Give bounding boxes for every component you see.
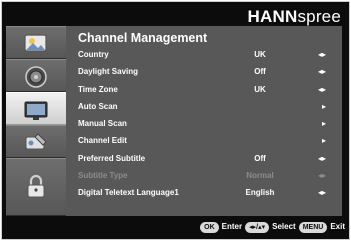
menu-row-digital-teletext-language1[interactable]: Digital Teletext Language1 English ◂▸	[72, 184, 338, 201]
tab-setup[interactable]	[6, 125, 66, 158]
select-hint: Select	[272, 222, 296, 231]
left-right-arrow-icon: ◂▸	[317, 67, 326, 77]
tab-lock[interactable]	[6, 158, 66, 216]
row-label: Subtitle Type	[78, 171, 128, 181]
exit-hint: Exit	[330, 222, 345, 231]
tv-icon	[24, 101, 48, 120]
row-label: Daylight Saving	[78, 67, 139, 77]
right-arrow-icon: ▸	[321, 119, 326, 129]
key-hint-bar: OK Enter ◂▸/▴▾ Select MENU Exit	[200, 219, 345, 235]
menu-row-preferred-subtitle[interactable]: Preferred Subtitle Off ◂▸	[72, 150, 338, 167]
tools-icon	[25, 133, 47, 150]
menu-row-channel-edit[interactable]: Channel Edit ▸	[72, 132, 338, 149]
row-label: Preferred Subtitle	[78, 153, 146, 163]
row-label: Auto Scan	[78, 101, 118, 111]
row-value: Off	[254, 67, 266, 77]
ok-key-badge: OK	[200, 221, 219, 233]
row-label: Manual Scan	[78, 119, 127, 129]
navigation-arrows-icon: ◂▸/▴▾	[245, 221, 270, 233]
row-label: Country	[78, 50, 109, 59]
row-value: UK	[254, 84, 266, 94]
left-right-arrow-icon: ◂▸	[317, 50, 326, 59]
tab-sound[interactable]	[6, 59, 66, 92]
menu-row-subtitle-type: Subtitle Type Normal ◂▸	[72, 167, 338, 184]
right-arrow-icon: ▸	[321, 136, 326, 146]
menu-row-daylight-saving[interactable]: Daylight Saving Off ◂▸	[72, 63, 338, 80]
row-value: Normal	[246, 171, 274, 181]
lock-icon	[27, 174, 45, 198]
left-right-arrow-icon: ◂▸	[317, 84, 326, 94]
row-label: Time Zone	[78, 84, 118, 94]
menu-row-manual-scan[interactable]: Manual Scan ▸	[72, 115, 338, 132]
left-right-arrow-icon: ◂▸	[317, 153, 326, 163]
menu-row-time-zone[interactable]: Time Zone UK ◂▸	[72, 81, 338, 98]
left-right-arrow-icon: ◂▸	[317, 188, 326, 198]
menu-title: Channel Management	[78, 31, 208, 45]
menu-key-badge: MENU	[298, 221, 328, 233]
row-label: Channel Edit	[78, 136, 127, 146]
menu-content: Channel Management Country UK ◂▸ Dayligh…	[72, 30, 338, 202]
tab-picture[interactable]	[6, 26, 66, 59]
tab-channel[interactable]	[6, 92, 66, 125]
menu-row-country[interactable]: Country UK ◂▸	[72, 46, 338, 63]
left-right-arrow-icon: ◂▸	[317, 171, 326, 181]
enter-hint: Enter	[221, 222, 243, 231]
row-value: UK	[254, 50, 266, 59]
menu-row-auto-scan[interactable]: Auto Scan ▸	[72, 98, 338, 115]
row-value: English	[245, 188, 275, 198]
category-sidebar	[6, 26, 66, 216]
right-arrow-icon: ▸	[321, 101, 326, 111]
speaker-icon	[25, 66, 47, 88]
picture-icon	[24, 34, 47, 52]
row-value: Off	[254, 153, 266, 163]
row-label: Digital Teletext Language1	[78, 188, 179, 198]
